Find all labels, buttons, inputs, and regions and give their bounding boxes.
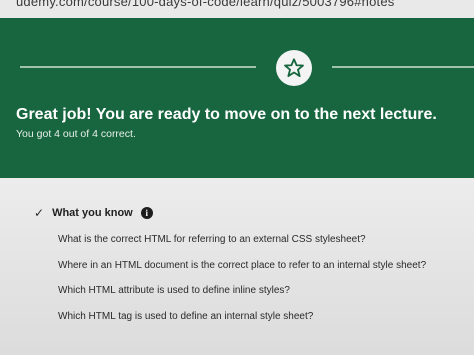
question-item: Which HTML attribute is used to define i…: [58, 285, 290, 296]
question-item: Which HTML tag is used to define an inte…: [58, 311, 314, 322]
section-title: What you know: [52, 207, 133, 219]
star-icon: [284, 58, 304, 77]
summary-panel: ✓ What you know i What is the correct HT…: [0, 178, 474, 355]
what-you-know-header: ✓ What you know i: [34, 206, 153, 220]
checkmark-icon: ✓: [34, 206, 45, 220]
info-icon[interactable]: i: [140, 207, 153, 219]
score-text: You got 4 out of 4 correct.: [16, 128, 136, 140]
browser-url-bar[interactable]: udemy.com/course/100-days-of-code/learn/…: [0, 0, 474, 18]
divider-left: [20, 66, 256, 68]
star-badge: [276, 50, 312, 86]
divider-right: [332, 66, 474, 68]
completion-banner: Great job! You are ready to move on to t…: [0, 18, 474, 178]
completion-headline: Great job! You are ready to move on to t…: [16, 106, 437, 123]
url-text: udemy.com/course/100-days-of-code/learn/…: [16, 0, 395, 9]
question-item: What is the correct HTML for referring t…: [58, 234, 366, 245]
question-item: Where in an HTML document is the correct…: [58, 260, 427, 271]
